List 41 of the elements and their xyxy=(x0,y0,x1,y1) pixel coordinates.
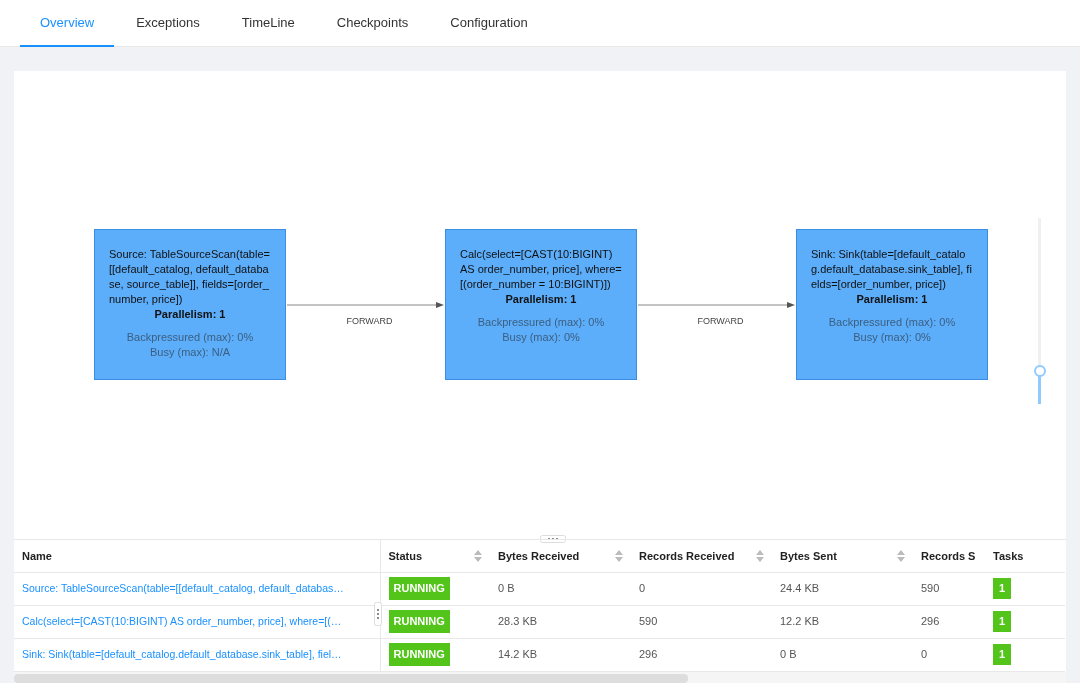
column-header: Name xyxy=(22,549,52,562)
table-cell: 24.4 KB xyxy=(780,582,820,595)
column-header[interactable]: Status xyxy=(388,547,423,564)
status-badge: RUNNING xyxy=(388,577,450,600)
tab[interactable]: TimeLine xyxy=(221,0,315,47)
table-cell: 590 xyxy=(639,615,658,628)
resize-handle-icon[interactable] xyxy=(540,535,566,543)
column-header[interactable]: Records Received xyxy=(639,547,735,564)
zoom-slider[interactable] xyxy=(1036,218,1044,404)
status-badge: RUNNING xyxy=(388,643,450,666)
column-header: Records S xyxy=(921,549,976,562)
table-cell: 28.3 KB xyxy=(498,615,538,628)
table-cell: 0 B xyxy=(780,648,797,661)
task-count-badge: 1 xyxy=(993,644,1012,665)
task-count-badge: 1 xyxy=(993,611,1012,632)
table-cell: 0 xyxy=(921,648,928,661)
sort-icon[interactable] xyxy=(756,549,764,562)
sort-icon[interactable] xyxy=(897,549,905,562)
edge-label: FORWARD xyxy=(697,315,744,328)
column-resize-handle-icon[interactable] xyxy=(374,602,382,626)
table-cell: 12.2 KB xyxy=(780,615,820,628)
table-cell: 14.2 KB xyxy=(498,648,538,661)
graph-node[interactable]: Source: TableSourceScan(table=[[default_catalog, default_database, source_table]], fields=[order_number, price]) Parallelism: 1 Backpressured (max): 0% Busy (max): N/A xyxy=(94,229,286,380)
table-cell: 0 xyxy=(639,582,646,595)
table-cell: 0 B xyxy=(498,582,515,595)
tab[interactable]: Configuration xyxy=(430,0,548,47)
table-cell: 590 xyxy=(921,582,940,595)
task-count-badge: 1 xyxy=(993,578,1012,599)
sort-icon[interactable] xyxy=(474,549,482,562)
graph-node[interactable]: Sink: Sink(table=[default_catalog.default_database.sink_table], fields=[order_number, price]) Parallelism: 1 Backpressured (max): 0% Busy (max): 0% xyxy=(796,229,988,380)
sort-icon[interactable] xyxy=(615,549,623,562)
edge-label: FORWARD xyxy=(346,315,393,328)
graph-node[interactable]: Calc(select=[CAST(10:BIGINT) AS order_number, price], where=[(order_number = 10:BIGINT)]) Parallelism: 1 Backpressured (max): 0% Busy (max): 0% xyxy=(445,229,637,380)
table-cell: 296 xyxy=(921,615,940,628)
table-cell: 296 xyxy=(639,648,658,661)
tab[interactable]: Exceptions xyxy=(116,0,220,47)
status-badge: RUNNING xyxy=(388,610,450,633)
column-header[interactable]: Bytes Sent xyxy=(780,547,837,564)
column-header[interactable]: Bytes Received xyxy=(498,547,580,564)
column-header: Tasks xyxy=(993,549,1024,562)
tab[interactable]: Checkpoints xyxy=(316,0,429,47)
